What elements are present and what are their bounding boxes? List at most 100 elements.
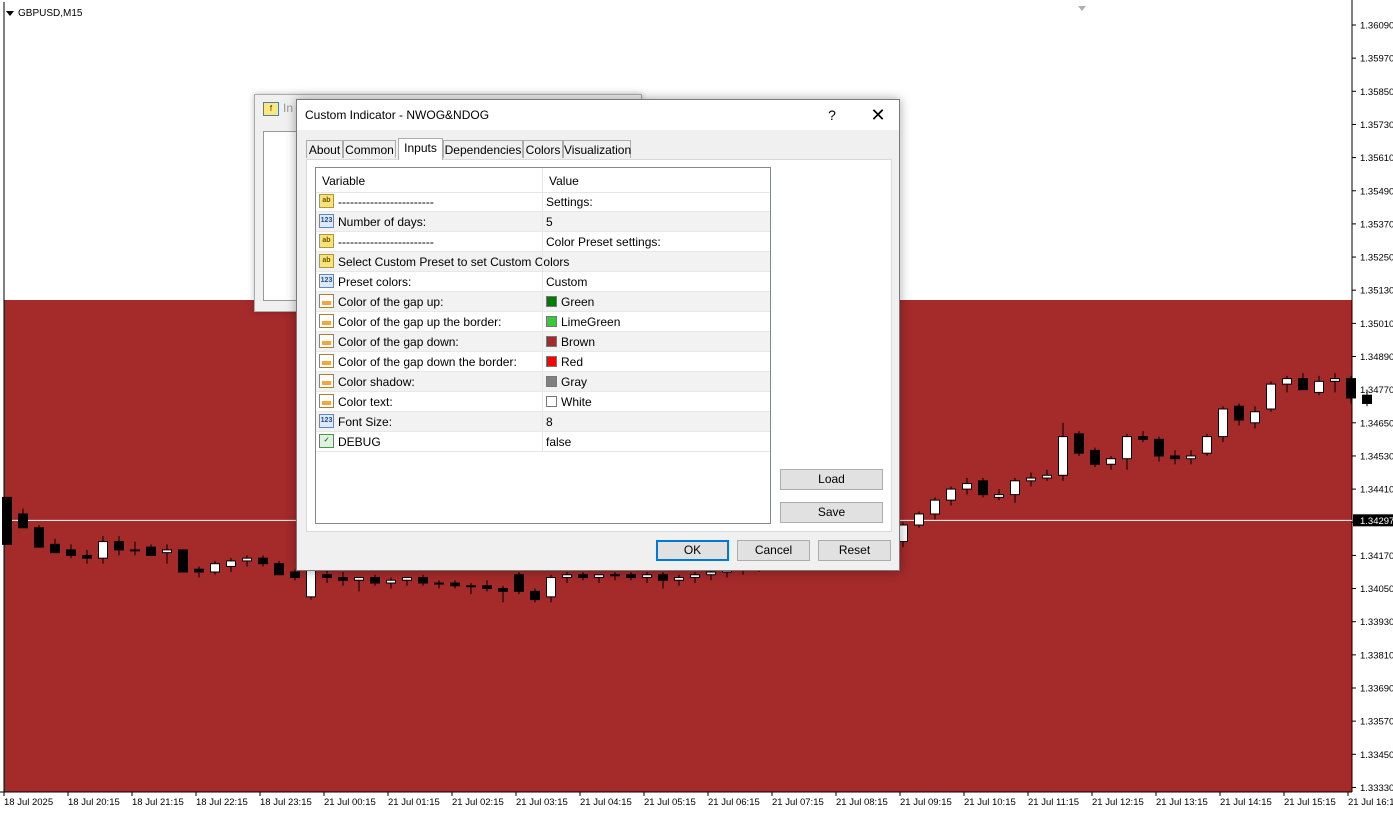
value-cell[interactable]: Color Preset settings:	[546, 235, 661, 249]
variable-cell: ------------------------	[338, 235, 434, 249]
table-row[interactable]: ab ------------------------ Color Preset s…	[316, 232, 770, 252]
value-text: White	[561, 395, 592, 409]
value-text: Brown	[561, 335, 596, 349]
variable-cell: Color of the gap up the border:	[338, 315, 502, 329]
tab-inputs[interactable]: Inputs	[398, 138, 443, 160]
price-label: 1.34410	[1360, 485, 1393, 496]
value-cell[interactable]: White	[546, 395, 592, 409]
color-swatch	[546, 296, 557, 307]
value-cell[interactable]: Gray	[546, 375, 587, 389]
column-header-value[interactable]: Value	[549, 174, 579, 188]
table-row[interactable]: ab Select Custom Preset to set Custom Col…	[316, 252, 770, 272]
value-text: LimeGreen	[561, 315, 621, 329]
time-label: 18 Jul 22:15	[196, 797, 248, 808]
price-label: 1.33330	[1360, 783, 1393, 794]
table-body: ab ------------------------ Settings: 123 Nu…	[316, 192, 770, 452]
table-row[interactable]: Color of the gap down the border: Red	[316, 352, 770, 372]
time-label: 21 Jul 02:15	[452, 797, 504, 808]
value-cell[interactable]: Settings:	[546, 195, 593, 209]
tab-common[interactable]: Common	[343, 140, 396, 158]
variable-cell: Preset colors:	[338, 275, 412, 289]
time-label: 21 Jul 08:15	[836, 797, 888, 808]
candle	[914, 511, 924, 528]
value-text: Gray	[561, 375, 588, 389]
value-cell[interactable]: Brown	[546, 335, 595, 349]
table-row[interactable]: 123 Number of days: 5	[316, 212, 770, 232]
candle	[1074, 431, 1084, 456]
tab-about[interactable]: About	[306, 140, 343, 158]
value-cell[interactable]: Custom	[546, 275, 587, 289]
price-label: 1.34170	[1360, 551, 1393, 562]
value-text: Red	[561, 355, 584, 369]
price-label: 1.35610	[1360, 153, 1393, 164]
save-button[interactable]: Save	[780, 502, 883, 523]
value-cell[interactable]: 8	[546, 415, 553, 429]
time-label: 21 Jul 00:15	[324, 797, 376, 808]
price-label: 1.34890	[1360, 352, 1393, 363]
integer-type-icon: 123	[319, 214, 334, 228]
time-label: 21 Jul 07:15	[772, 797, 824, 808]
value-cell[interactable]: 5	[546, 215, 553, 229]
price-label: 1.33810	[1360, 650, 1393, 661]
price-label: 1.33450	[1360, 750, 1393, 761]
table-row[interactable]: ✓ DEBUG false	[316, 432, 770, 452]
table-row[interactable]: Color of the gap up the border: LimeGreen	[316, 312, 770, 332]
value-cell[interactable]: Red	[546, 355, 583, 369]
table-row[interactable]: Color text: White	[316, 392, 770, 412]
help-button[interactable]: ?	[821, 102, 843, 128]
candle	[978, 478, 988, 498]
variable-cell: Number of days:	[338, 215, 427, 229]
load-button[interactable]: Load	[780, 469, 883, 490]
value-text: 8	[546, 415, 553, 429]
dialog-titlebar[interactable]: Custom Indicator - NWOG&NDOG ? ✕	[297, 100, 899, 130]
time-label: 21 Jul 05:15	[644, 797, 696, 808]
column-header-variable[interactable]: Variable	[322, 174, 365, 188]
price-label: 1.35490	[1360, 186, 1393, 197]
chevron-down-icon	[6, 10, 14, 16]
candle	[1202, 433, 1212, 456]
reset-button[interactable]: Reset	[818, 540, 891, 561]
custom-indicator-dialog: Custom Indicator - NWOG&NDOG ? ✕ About C…	[296, 99, 900, 571]
value-text: Settings:	[546, 195, 593, 209]
table-row[interactable]: Color of the gap up: Green	[316, 292, 770, 312]
time-label: 21 Jul 06:15	[708, 797, 760, 808]
value-text: Color Preset settings:	[546, 235, 661, 249]
current-price-label: 1.34297	[1360, 516, 1393, 527]
price-label: 1.34530	[1360, 451, 1393, 462]
variable-cell: Color of the gap down the border:	[338, 355, 517, 369]
tab-colors[interactable]: Colors	[523, 140, 563, 158]
value-cell[interactable]: Green	[546, 295, 594, 309]
value-cell[interactable]: LimeGreen	[546, 315, 620, 329]
price-label: 1.35130	[1360, 286, 1393, 297]
string-type-icon: ab	[319, 194, 334, 208]
time-label: 21 Jul 01:15	[388, 797, 440, 808]
price-label: 1.34050	[1360, 584, 1393, 595]
cancel-button[interactable]: Cancel	[737, 540, 810, 561]
time-label: 21 Jul 10:15	[964, 797, 1016, 808]
price-label: 1.34770	[1360, 385, 1393, 396]
color-swatch	[546, 376, 557, 387]
inputs-table[interactable]: Variable Value ab -----------------------…	[315, 167, 771, 524]
time-label: 21 Jul 13:15	[1156, 797, 1208, 808]
color-swatch	[546, 316, 557, 327]
table-row[interactable]: 123 Font Size: 8	[316, 412, 770, 432]
value-cell[interactable]: false	[546, 435, 571, 449]
table-row[interactable]: ab ------------------------ Settings:	[316, 192, 770, 212]
tab-visualization[interactable]: Visualization	[563, 140, 631, 158]
price-label: 1.34650	[1360, 418, 1393, 429]
variable-cell: Font Size:	[338, 415, 393, 429]
close-button[interactable]: ✕	[863, 102, 893, 128]
table-row[interactable]: 123 Preset colors: Custom	[316, 272, 770, 292]
chart-symbol-label[interactable]: GBPUSD,M15	[6, 8, 82, 19]
ok-button[interactable]: OK	[656, 540, 729, 561]
candle	[514, 571, 524, 595]
color-type-icon	[319, 354, 334, 368]
table-row[interactable]: Color of the gap down: Brown	[316, 332, 770, 352]
value-text: false	[546, 435, 572, 449]
variable-cell: Select Custom Preset to set Custom Color…	[338, 255, 570, 269]
candle	[34, 525, 44, 548]
time-label: 18 Jul 20:15	[68, 797, 120, 808]
table-row[interactable]: Color shadow: Gray	[316, 372, 770, 392]
price-label: 1.33690	[1360, 684, 1393, 695]
tab-dependencies[interactable]: Dependencies	[443, 140, 523, 158]
